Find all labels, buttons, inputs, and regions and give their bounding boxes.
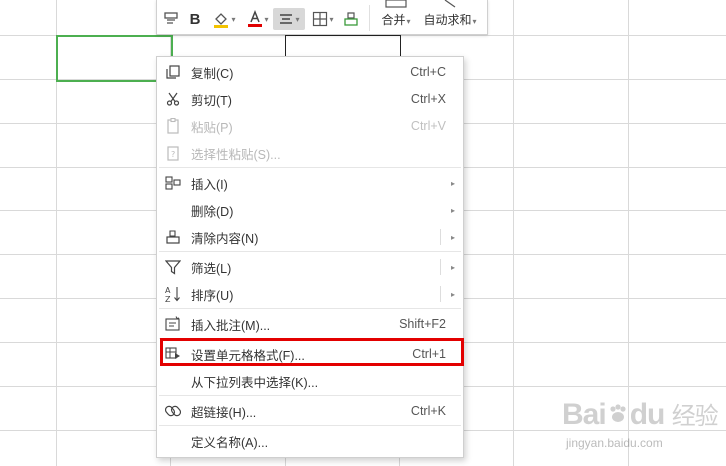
merge-label: 合并 [381, 12, 406, 27]
menu-item-sort[interactable]: AZ 排序(U) ▸ [157, 281, 463, 307]
mini-toolbar: B ▾ ▾ ▾ ▾ 合并▾ 自动求和▾ [156, 0, 488, 35]
format-painter-icon[interactable] [161, 8, 181, 30]
watermark-brand-2: du [629, 398, 666, 431]
insert-icon [165, 174, 181, 192]
baidu-watermark: Bai du 经验 jingyan.baidu.com [562, 396, 719, 456]
submenu-arrow-icon[interactable]: ▸ [451, 263, 455, 272]
submenu-arrow-icon: ▸ [450, 205, 455, 215]
merge-icon [385, 0, 407, 8]
align-button[interactable]: ▾ [273, 8, 305, 30]
menu-item-clear-contents[interactable]: 清除内容(N) ▸ [157, 224, 463, 250]
watermark-product: 经验 [671, 403, 719, 430]
menu-item-delete[interactable]: 删除(D) ▸ [157, 197, 463, 223]
copy-icon [165, 63, 181, 81]
font-color-icon [248, 10, 263, 27]
menu-item-cut[interactable]: 剪切(T) Ctrl+X [157, 86, 463, 112]
watermark-url: jingyan.baidu.com [566, 436, 663, 450]
menu-item-paste[interactable]: 粘贴(P) Ctrl+V [157, 113, 463, 139]
link-icon [165, 402, 181, 420]
submenu-arrow-icon: ▸ [450, 178, 455, 188]
context-menu: 复制(C) Ctrl+C 剪切(T) Ctrl+X 粘贴(P) Ctrl+V ?… [156, 56, 464, 458]
menu-item-insert-comment[interactable]: 插入批注(M)... Shift+F2 [157, 311, 463, 337]
eraser-icon [165, 228, 181, 246]
sort-icon: AZ [165, 285, 181, 303]
menu-item-insert[interactable]: 插入(I) ▸ [157, 170, 463, 196]
menu-item-define-name[interactable]: 定义名称(A)... [157, 428, 463, 454]
paste-icon [165, 117, 181, 135]
eraser-fill-icon [344, 12, 358, 26]
autosum-label: 自动求和 [423, 12, 472, 27]
svg-text:A: A [165, 286, 171, 295]
watermark-brand: Bai [562, 398, 607, 431]
clear-format-button[interactable] [341, 8, 361, 30]
submenu-arrow-icon[interactable]: ▸ [451, 233, 455, 242]
menu-item-filter[interactable]: 筛选(L) ▸ [157, 254, 463, 280]
filter-icon [165, 258, 181, 276]
fill-bucket-icon [214, 13, 229, 28]
paste-special-icon: ? [165, 144, 181, 162]
highlight-box [160, 338, 464, 366]
autosum-button[interactable]: 自动求和▾ [419, 0, 481, 30]
merge-button[interactable]: 合并▾ [375, 0, 417, 30]
paw-icon [606, 400, 630, 422]
sigma-icon [444, 0, 456, 8]
fill-color-button[interactable]: ▾ [209, 8, 239, 30]
bold-button[interactable]: B [187, 8, 203, 30]
scissors-icon [165, 90, 181, 108]
svg-text:?: ? [171, 150, 175, 159]
menu-item-paste-special[interactable]: ? 选择性粘贴(S)... [157, 140, 463, 166]
svg-text:Z: Z [165, 295, 171, 303]
menu-item-pick-from-list[interactable]: 从下拉列表中选择(K)... [157, 368, 463, 394]
menu-item-copy[interactable]: 复制(C) Ctrl+C [157, 59, 463, 85]
bordered-cell[interactable] [285, 35, 401, 58]
comment-icon [165, 315, 181, 333]
menu-item-hyperlink[interactable]: 超链接(H)... Ctrl+K [157, 398, 463, 424]
submenu-arrow-icon[interactable]: ▸ [451, 290, 455, 299]
font-color-button[interactable]: ▾ [245, 8, 271, 30]
borders-button[interactable]: ▾ [309, 8, 337, 30]
align-center-icon [280, 14, 293, 24]
border-grid-icon [313, 11, 328, 27]
